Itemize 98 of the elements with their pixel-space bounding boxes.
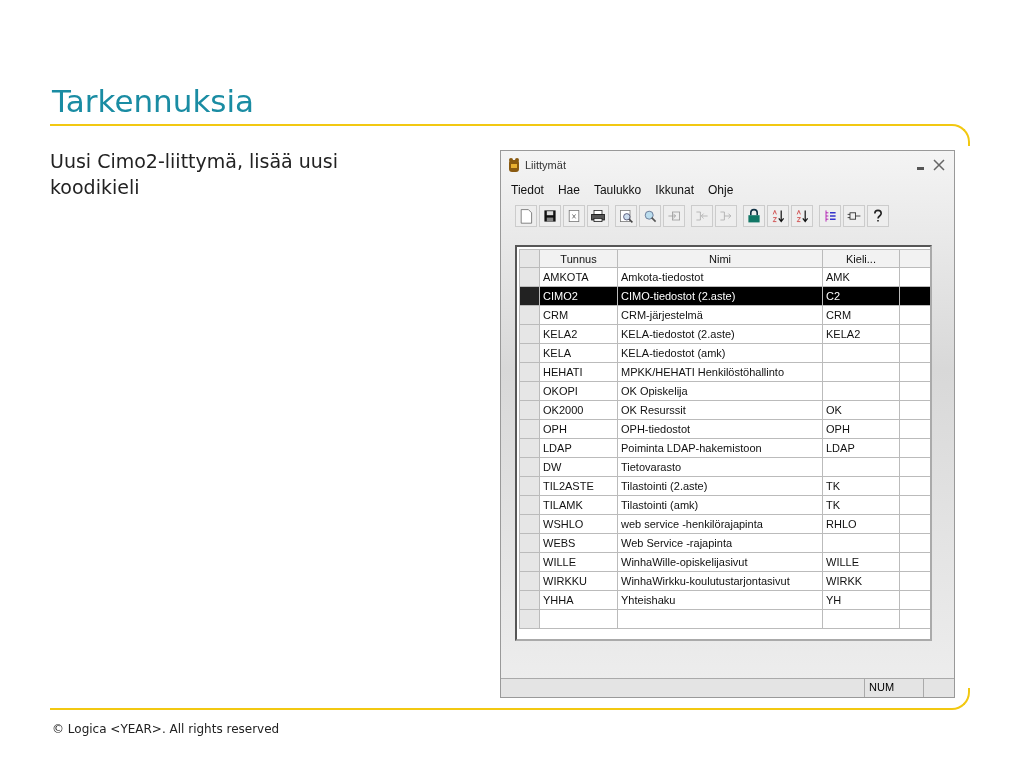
table-row[interactable]: TIL2ASTE Tilastointi (2.aste) TK (519, 476, 930, 496)
table-row[interactable]: WIRKKU WinhaWirkku-koulutustarjontasivut WIRKK (519, 571, 930, 591)
table-row[interactable]: WSHLO web service -henkilörajapinta RHLO (519, 514, 930, 534)
table-cell: OK (822, 400, 900, 420)
slide-title: Tarkennuksia (51, 82, 256, 121)
table-row[interactable]: CIMO2 CIMO-tiedostot (2.aste) C2 (519, 286, 930, 306)
table-row[interactable]: KELA KELA-tiedostot (amk) (519, 343, 930, 363)
table-cell: LDAP (539, 438, 618, 458)
table-cell: AMKOTA (539, 267, 618, 287)
table-cell: CRM (822, 305, 900, 325)
table-cell: KELA-tiedostot (2.aste) (617, 324, 823, 344)
table-row[interactable]: TILAMK Tilastointi (amk) TK (519, 495, 930, 515)
table-cell: WSHLO (539, 514, 618, 534)
merge-arrows-icon (694, 208, 710, 224)
page-icon (518, 208, 534, 224)
table-cell: OK2000 (539, 400, 618, 420)
menu-item[interactable]: Hae (557, 183, 580, 197)
table-row[interactable]: OKOPI OK Opiskelija (519, 381, 930, 401)
table-cell: Yhteishaku (617, 590, 823, 610)
column-header[interactable]: Tunnus (539, 249, 618, 268)
table-cell: OK Resurssit (617, 400, 823, 420)
table-cell: HEHATI (539, 362, 618, 382)
printer-icon (590, 208, 606, 224)
table-cell: WIRKK (822, 571, 900, 591)
table-row[interactable]: WEBS Web Service -rajapinta (519, 533, 930, 553)
toolbar-button[interactable] (767, 205, 789, 227)
table-cell: RHLO (822, 514, 900, 534)
window-title: Liittymät (525, 159, 567, 171)
status-panel: NUM (864, 679, 924, 697)
toolbar-button[interactable] (867, 205, 889, 227)
sort-descending-icon (794, 208, 810, 224)
table-cell: MPKK/HEHATI Henkilöstöhallinto (617, 362, 823, 382)
tree-list-icon (822, 208, 838, 224)
menu-item[interactable]: Taulukko (593, 183, 642, 197)
table-cell: KELA2 (822, 324, 900, 344)
toolbar-button[interactable] (587, 205, 609, 227)
table-cell: OPH-tiedostot (617, 419, 823, 439)
table-cell: Web Service -rajapinta (617, 533, 823, 553)
slide-text: Uusi Cimo2-liittymä, lisää uusi koodikieli (50, 149, 340, 200)
table-cell: KELA (539, 343, 618, 363)
table-cell: DW (539, 457, 618, 477)
table-cell: TIL2ASTE (539, 476, 618, 496)
sort-ascending-icon (770, 208, 786, 224)
menu-item[interactable]: Tiedot (511, 183, 544, 197)
table-row[interactable]: KELA2 KELA-tiedostot (2.aste) KELA2 (519, 324, 930, 344)
table-cell: WIRKKU (539, 571, 618, 591)
table-cell: web service -henkilörajapinta (617, 514, 823, 534)
preview-icon (618, 208, 634, 224)
table-cell: LDAP (822, 438, 900, 458)
toolbar-button[interactable] (743, 205, 765, 227)
table-cell: TK (822, 495, 900, 515)
close-icon[interactable] (932, 158, 946, 172)
table-row[interactable]: HEHATI MPKK/HEHATI Henkilöstöhallinto (519, 362, 930, 382)
delete-document-icon (566, 208, 582, 224)
table-cell: Poiminta LDAP-hakemistoon (617, 438, 823, 458)
menu-item[interactable]: Ikkunat (655, 183, 694, 197)
table-cell: AMK (822, 267, 900, 287)
table-cell: WinhaWirkku-koulutustarjontasivut (617, 571, 823, 591)
enter-arrow-icon (666, 208, 682, 224)
menu-item[interactable]: Ohje (708, 183, 734, 197)
table-cell: Tilastointi (amk) (617, 495, 823, 515)
table-row[interactable]: YHHA Yhteishaku YH (519, 590, 930, 610)
table-cell: OKOPI (539, 381, 618, 401)
toolbar-button[interactable] (791, 205, 813, 227)
column-header[interactable]: Kieli... (822, 249, 900, 268)
table-cell: YH (822, 590, 900, 610)
table-cell: OK Opiskelija (617, 381, 823, 401)
split-arrow-icon (718, 208, 734, 224)
table-cell: CRM-järjestelmä (617, 305, 823, 325)
table-row[interactable]: LDAP Poiminta LDAP-hakemistoon LDAP (519, 438, 930, 458)
table-cell: KELA-tiedostot (amk) (617, 343, 823, 363)
table-row[interactable]: OK2000 OK Resurssit OK (519, 400, 930, 420)
table-cell: WinhaWille-opiskelijasivut (617, 552, 823, 572)
table-cell: Tilastointi (2.aste) (617, 476, 823, 496)
table-row[interactable]: OPH OPH-tiedostot OPH (519, 419, 930, 439)
copyright-text: © Logica <YEAR>. All rights reserved (52, 722, 281, 736)
table-cell: Tietovarasto (617, 457, 823, 477)
zoom-icon (642, 208, 658, 224)
padlock-icon (746, 208, 762, 224)
table-cell: OPH (539, 419, 618, 439)
floppy-icon (542, 208, 558, 224)
table-cell: CRM (539, 305, 618, 325)
table-cell: WILLE (822, 552, 900, 572)
toolbar-button[interactable] (539, 205, 561, 227)
table-row[interactable]: AMKOTA Amkota-tiedostot AMK (519, 267, 930, 287)
table-cell: YHHA (539, 590, 618, 610)
table-row[interactable]: DW Tietovarasto (519, 457, 930, 477)
table-cell: WILLE (539, 552, 618, 572)
table-row[interactable]: WILLE WinhaWille-opiskelijasivut WILLE (519, 552, 930, 572)
table-cell: KELA2 (539, 324, 618, 344)
app-icon (507, 157, 521, 173)
table-cell: WEBS (539, 533, 618, 553)
table-cell: TILAMK (539, 495, 618, 515)
table-cell: TK (822, 476, 900, 496)
table-cell: Amkota-tiedostot (617, 267, 823, 287)
table-row[interactable]: CRM CRM-järjestelmä CRM (519, 305, 930, 325)
table-cell: OPH (822, 419, 900, 439)
column-header[interactable]: Nimi (617, 249, 823, 268)
